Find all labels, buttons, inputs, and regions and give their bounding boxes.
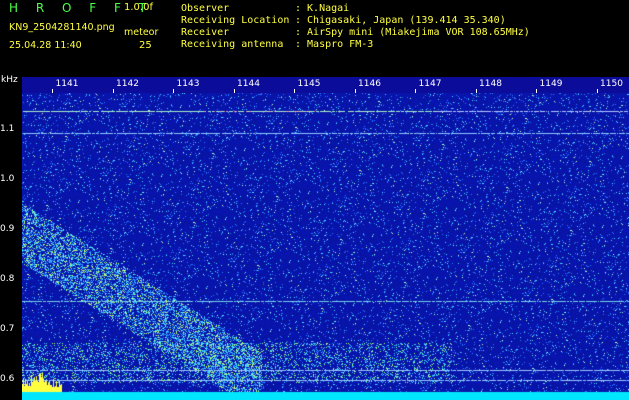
- y-tick-label: 0.6: [0, 374, 15, 384]
- info-key: Receiving Location: [181, 15, 290, 26]
- meteor-label: meteor: [124, 27, 159, 38]
- datetime-label: 25.04.28 11:40: [9, 40, 82, 51]
- x-tick-label: 1149: [539, 79, 563, 89]
- y-tick-label: 0.8: [0, 274, 15, 284]
- x-tick-label: 1143: [176, 79, 200, 89]
- meteor-count: 25: [139, 40, 152, 51]
- x-tick-label: 1142: [116, 79, 139, 89]
- x-tick-label: 1147: [418, 79, 442, 89]
- y-tick-label: 0.7: [0, 324, 15, 334]
- info-key: Receiver: [181, 27, 230, 38]
- spectrogram-canvas: [22, 93, 629, 400]
- y-tick-label: 0.9: [0, 224, 15, 234]
- x-tick-label: 1146: [358, 79, 381, 89]
- info-value: : Maspro FM-3: [295, 39, 374, 50]
- x-tick-label: 1150: [600, 79, 623, 89]
- x-tick-label: 1145: [297, 79, 321, 89]
- info-key: Receiving antenna: [181, 39, 284, 50]
- x-tick-label: 1148: [479, 79, 502, 89]
- y-tick-label: 1.0: [0, 174, 15, 184]
- info-row-antenna: Receiving antenna : Maspro FM-3: [181, 40, 373, 50]
- spectrogram-area: [22, 93, 629, 400]
- info-value: : K.Nagai: [295, 3, 350, 14]
- info-value: : AirSpy mini (Miakejima VOR 108.65MHz): [295, 27, 530, 38]
- info-row-observer: Observer : K.Nagai: [181, 4, 349, 14]
- y-axis-unit: kHz: [1, 75, 18, 85]
- info-value: : Chigasaki, Japan (139.414 35.340): [295, 15, 506, 26]
- frequency-axis-bar: 1141 1142 1143 1144 1145 1146 1147 1148 1149 1150: [22, 77, 629, 93]
- info-key: Observer: [181, 3, 230, 14]
- version-label: 1.0.0f: [124, 2, 153, 13]
- filename-label: KN9_2504281140.png: [9, 22, 115, 33]
- info-row-receiver: Receiver : AirSpy mini (Miakejima VOR 108…: [181, 28, 530, 38]
- info-row-location: Receiving Location : Chigasaki, Japan (13…: [181, 16, 506, 26]
- x-tick-label: 1141: [55, 79, 79, 89]
- y-tick-label: 1.1: [0, 124, 15, 134]
- x-tick-label: 1144: [237, 79, 260, 89]
